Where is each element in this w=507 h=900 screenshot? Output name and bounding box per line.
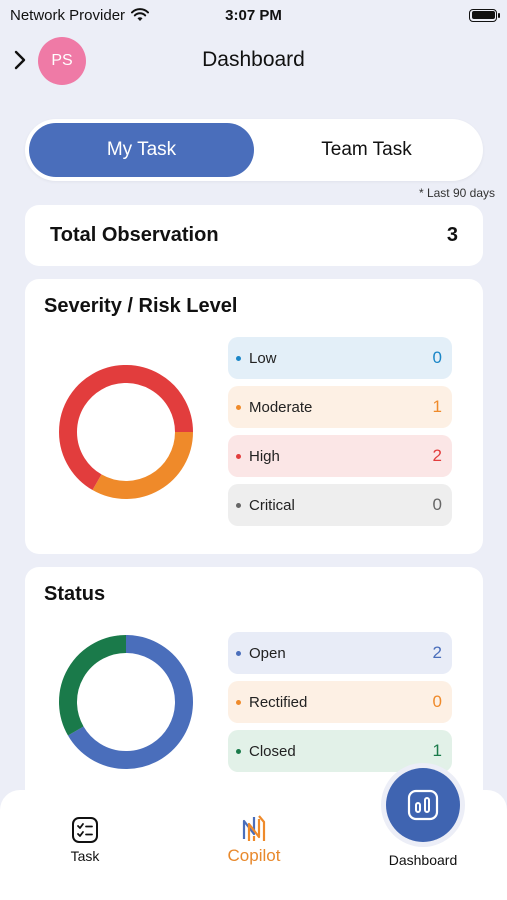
carrier-name: Network Provider — [10, 6, 126, 24]
status-legend-left: Closed — [236, 743, 296, 760]
severity-legend-left: High — [236, 448, 280, 465]
wifi-icon — [131, 8, 150, 21]
severity-legend-item-low[interactable]: Low 0 — [228, 337, 452, 379]
severity-donut-chart — [59, 365, 193, 499]
status-legend-item-open[interactable]: Open 2 — [228, 632, 452, 674]
severity-legend-left: Moderate — [236, 399, 312, 416]
severity-title: Severity / Risk Level — [44, 295, 238, 317]
severity-legend-item-high[interactable]: High 2 — [228, 435, 452, 477]
legend-dot-icon — [236, 650, 241, 656]
task-scope-toggle: My Task Team Task — [25, 119, 483, 181]
dashboard-fab-circle — [386, 768, 460, 842]
legend-value: 0 — [432, 692, 442, 711]
severity-legend-left: Critical — [236, 497, 295, 514]
date-range-note: * Last 90 days — [418, 186, 495, 200]
status-bar: Network Provider 3:07 PM — [0, 0, 507, 30]
legend-dot-icon — [236, 502, 241, 508]
status-legend-left: Rectified — [236, 694, 307, 711]
status-donut-chart — [59, 635, 193, 769]
legend-label: Low — [249, 349, 277, 367]
legend-value: 2 — [432, 643, 442, 662]
bar-chart-icon — [407, 789, 439, 821]
nav-dashboard-label: Dashboard — [388, 852, 458, 868]
status-title: Status — [44, 583, 106, 605]
legend-label: Critical — [249, 496, 295, 514]
total-observation-value: 3 — [446, 224, 458, 246]
status-legend: Open 2 Rectified 0 Closed 1 — [228, 632, 452, 779]
severity-legend-item-critical[interactable]: Critical 0 — [228, 484, 452, 526]
legend-value: 0 — [432, 348, 442, 367]
legend-dot-icon — [236, 748, 241, 754]
tab-team-task[interactable]: Team Task — [254, 123, 479, 177]
severity-slice-moderate — [92, 431, 193, 499]
severity-legend-left: Low — [236, 350, 277, 367]
legend-label: Moderate — [249, 398, 313, 416]
severity-legend: Low 0 Moderate 1 High 2 Critical 0 — [228, 337, 452, 533]
legend-dot-icon — [236, 355, 241, 361]
legend-label: Open — [249, 644, 286, 662]
nav-dashboard-button[interactable] — [381, 763, 465, 847]
legend-dot-icon — [236, 453, 241, 459]
tab-my-task[interactable]: My Task — [29, 123, 254, 177]
status-legend-item-rectified[interactable]: Rectified 0 — [228, 681, 452, 723]
total-observation-card[interactable]: Total Observation 3 — [25, 205, 483, 266]
severity-legend-item-moderate[interactable]: Moderate 1 — [228, 386, 452, 428]
legend-label: Closed — [249, 742, 296, 760]
legend-dot-icon — [236, 404, 241, 410]
legend-value: 2 — [432, 446, 442, 465]
status-slice-closed — [59, 635, 127, 736]
legend-label: Rectified — [249, 693, 308, 711]
copilot-logo-icon — [242, 815, 266, 841]
task-checklist-icon — [72, 817, 98, 843]
total-observation-label: Total Observation — [50, 224, 219, 246]
legend-value: 1 — [432, 741, 442, 760]
legend-label: High — [249, 447, 280, 465]
nav-task[interactable]: Task — [58, 816, 112, 864]
legend-value: 0 — [432, 495, 442, 514]
status-legend-left: Open — [236, 645, 286, 662]
carrier-group: Network Provider — [10, 6, 150, 24]
nav-copilot[interactable]: Copilot — [218, 814, 290, 866]
page-title: Dashboard — [202, 48, 305, 71]
nav-copilot-label: Copilot — [227, 846, 281, 865]
battery-icon — [469, 8, 500, 22]
legend-dot-icon — [236, 699, 241, 705]
severity-card: Severity / Risk Level Low 0 Moderate 1 High 2… — [25, 279, 483, 554]
header: PS Dashboard — [0, 34, 507, 86]
legend-value: 1 — [432, 397, 442, 416]
nav-task-label: Task — [70, 848, 100, 864]
